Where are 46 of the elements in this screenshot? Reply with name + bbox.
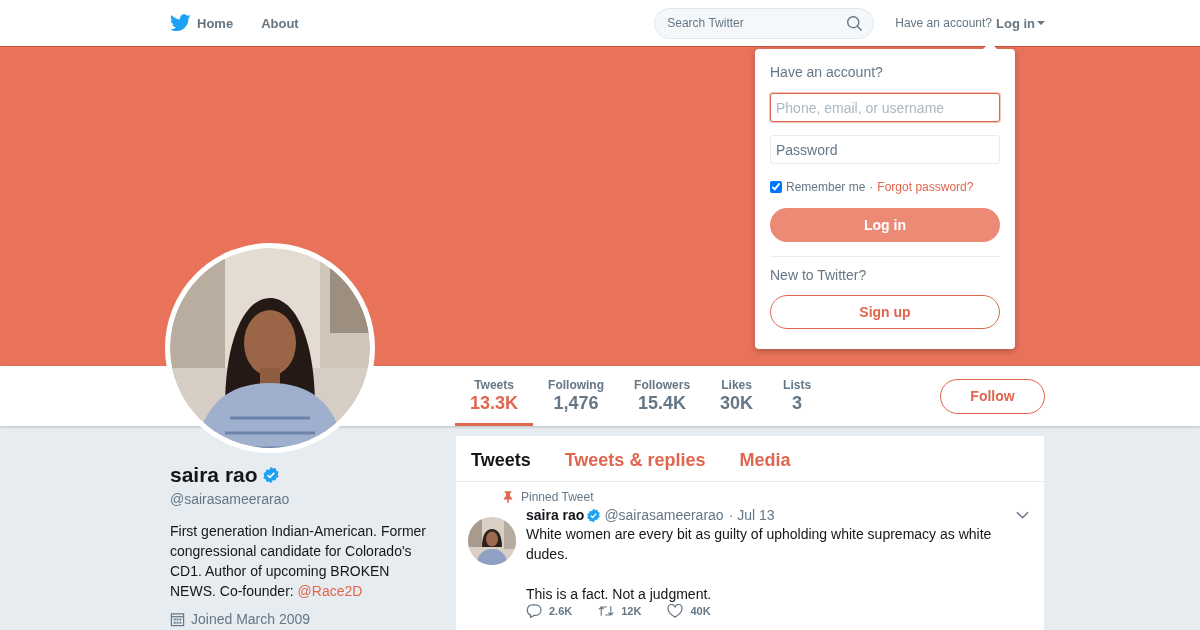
reply-icon bbox=[526, 604, 542, 618]
remember-label: Remember me bbox=[786, 180, 866, 194]
signup-prompt: New to Twitter? bbox=[770, 267, 868, 283]
stat-tab[interactable]: Likes 30K bbox=[705, 366, 769, 426]
login-heading: Have an account? bbox=[770, 64, 884, 80]
heart-icon bbox=[667, 604, 684, 618]
profile-handle: @sairasameerarao bbox=[170, 491, 291, 507]
caret-icon bbox=[1037, 21, 1045, 25]
account-prompt: Have an account? bbox=[895, 16, 992, 30]
retweet-icon bbox=[598, 604, 615, 618]
stat-tab[interactable]: Following 1,476 bbox=[533, 366, 620, 426]
follow-button[interactable]: Follow bbox=[940, 378, 1045, 414]
login-link[interactable]: Log in bbox=[996, 15, 1045, 31]
login-button[interactable]: Log in bbox=[770, 208, 1000, 242]
tweet-date: · Jul 13 bbox=[728, 507, 775, 523]
timeline-tab[interactable]: Tweets bbox=[471, 450, 531, 481]
password-field[interactable]: Password bbox=[770, 135, 1000, 164]
pin-icon bbox=[503, 491, 513, 503]
stat-tab[interactable]: Followers 15.4K bbox=[619, 366, 706, 426]
bird-icon bbox=[170, 14, 191, 32]
nav-link[interactable]: Home bbox=[170, 14, 234, 32]
timeline-tab[interactable]: Tweets & replies bbox=[564, 450, 706, 481]
chevron-down-icon[interactable] bbox=[1016, 511, 1029, 519]
tweet-author-handle: @sairasameerarao bbox=[604, 507, 724, 523]
joined-date: Joined March 2009 bbox=[191, 611, 311, 627]
pinned-label: Pinned Tweet bbox=[521, 490, 594, 504]
mention-link[interactable]: @Race2D bbox=[297, 583, 363, 599]
search-field[interactable]: Search Twitter bbox=[654, 7, 875, 39]
forgot-password-link[interactable]: Forgot password? bbox=[877, 180, 974, 194]
tweet-action[interactable]: 40K bbox=[667, 604, 711, 618]
tweet-action[interactable]: 12K bbox=[598, 604, 642, 618]
search-icon bbox=[846, 14, 864, 32]
stat-tab[interactable]: Tweets 13.3K bbox=[455, 366, 534, 426]
tweet-author-name: saira rao bbox=[526, 507, 585, 523]
separator-dot: · bbox=[869, 180, 874, 194]
profile-bio: First generation Indian-American. Former congressional candidate for Colorado's CD1. Author of upcoming BROKEN NEWS. Co-founder: @Race2D bbox=[170, 522, 427, 601]
username-field[interactable]: Phone, email, or username bbox=[770, 93, 1000, 122]
nav-link[interactable]: About bbox=[261, 15, 299, 31]
tweet-text: White women are every bit as guilty of upholding white supremacy as white dudes. This is a fact. Not a judgment. bbox=[526, 525, 993, 604]
signup-button[interactable]: Sign up bbox=[770, 295, 1000, 329]
tweet-action[interactable]: 2.6K bbox=[526, 604, 573, 618]
profile-name: saira rao bbox=[170, 463, 258, 487]
remember-checkbox[interactable] bbox=[770, 181, 782, 193]
calendar-icon bbox=[170, 611, 185, 627]
timeline-tab[interactable]: Media bbox=[739, 450, 791, 481]
stat-tab[interactable]: Lists 3 bbox=[768, 366, 827, 426]
